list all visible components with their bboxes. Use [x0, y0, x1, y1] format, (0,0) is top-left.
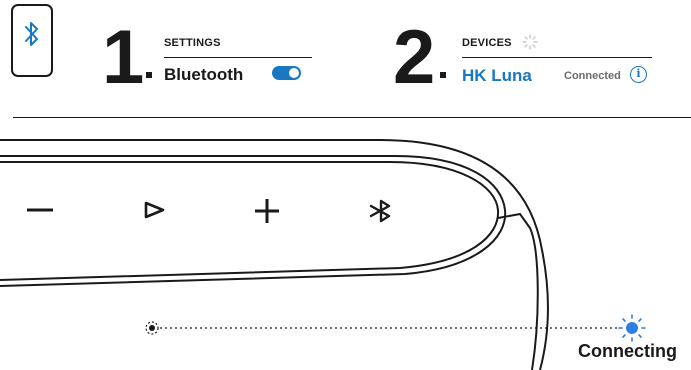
volume-up-icon[interactable] [254, 198, 280, 224]
speaker-side-edge [497, 212, 539, 370]
step-1-divider [164, 57, 312, 58]
devices-label: DEVICES [462, 37, 512, 49]
led-indicator-callout [145, 314, 646, 342]
device-name-link[interactable]: HK Luna [462, 66, 532, 86]
info-icon[interactable]: i [630, 66, 647, 83]
step-2-number: 2 [393, 15, 435, 100]
step-1-number: 1 [102, 15, 144, 100]
step-1-dot [146, 72, 152, 78]
bluetooth-icon [25, 22, 38, 46]
speaker-top-panel [0, 161, 500, 281]
bluetooth-setting-label: Bluetooth [164, 65, 244, 84]
toggle-knob [289, 68, 299, 78]
step-2-divider [462, 57, 652, 58]
speaker-top-panel-inner [0, 155, 507, 287]
led-indicator-blinking-icon [618, 314, 646, 342]
play-icon[interactable] [144, 201, 166, 219]
connecting-status-label: Connecting [578, 341, 677, 361]
connection-status-text: Connected [564, 70, 621, 82]
bluetooth-button-icon[interactable] [368, 199, 394, 223]
step-2-dot [440, 72, 446, 78]
loading-spinner-icon [522, 34, 538, 50]
bluetooth-toggle[interactable] [272, 66, 301, 80]
settings-label: SETTINGS [164, 37, 221, 49]
phone-icon [11, 4, 53, 77]
volume-down-icon[interactable] [25, 203, 55, 217]
